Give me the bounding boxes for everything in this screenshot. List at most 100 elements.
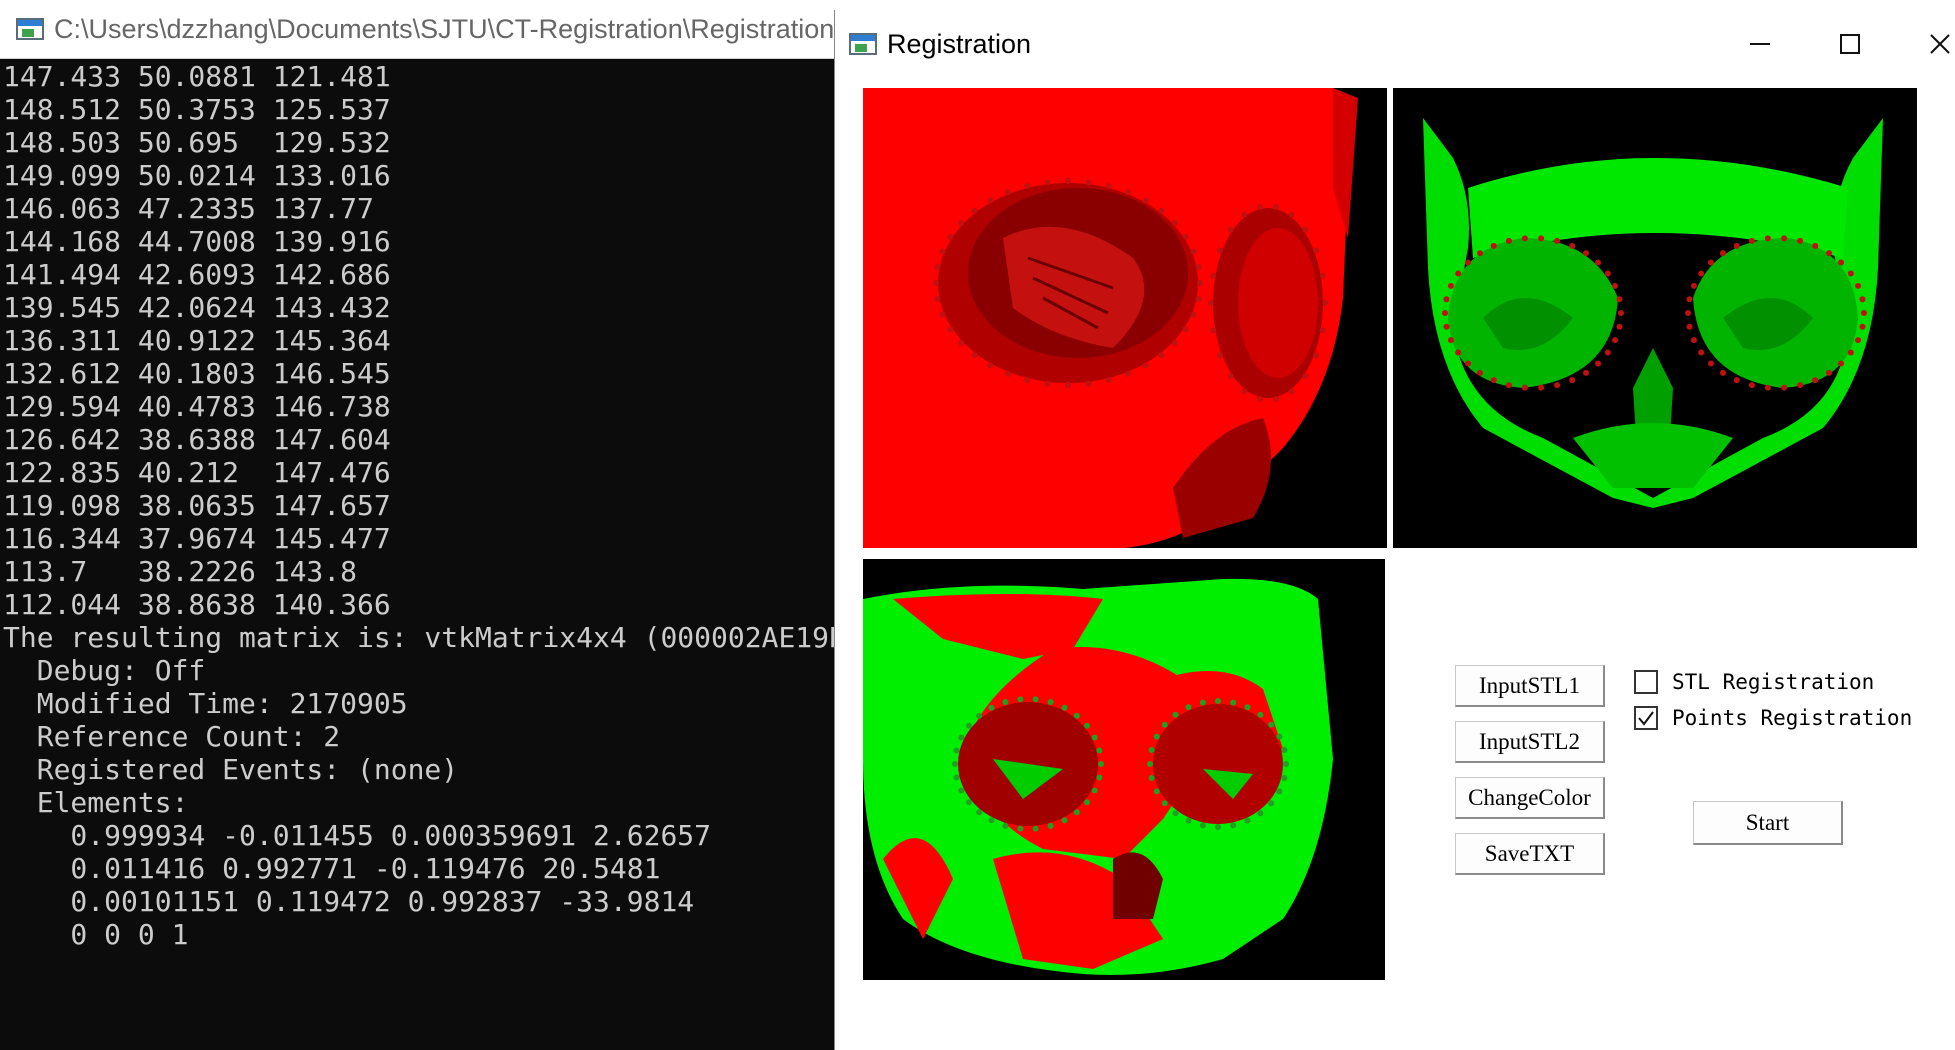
landmark-point [1583,369,1590,376]
landmark-point [1859,296,1866,303]
landmark-point [1505,382,1512,389]
maximize-button[interactable] [1815,20,1885,68]
landmark-point [1859,323,1866,330]
landmark-point [1690,337,1697,344]
landmark-point [1288,211,1295,218]
render-view-model2[interactable] [1393,88,1917,548]
landmark-point [987,197,994,204]
landmark-point [1208,300,1214,306]
landmark-point [1685,310,1691,316]
stl-registration-label: STL Registration [1672,670,1875,694]
save-txt-button[interactable]: SaveTXT [1455,833,1605,875]
landmark-point [933,280,939,286]
landmark-point [1161,800,1168,807]
landmark-point [1521,384,1528,391]
overlay-skull-render [863,578,1333,975]
landmark-point [1158,207,1165,214]
landmark-point [1153,733,1160,740]
render-view-overlay[interactable] [863,559,1385,980]
landmark-point [1812,242,1819,249]
landmark-point [1838,360,1845,367]
landmark-point [1199,822,1206,829]
landmark-point [1185,817,1192,824]
landmark-point [1490,377,1497,384]
landmark-point [1061,817,1068,824]
landmark-point [1199,699,1206,706]
landmark-point [1148,746,1155,753]
landmark-point [976,809,983,816]
landmark-point [1032,696,1039,703]
landmark-point [958,220,965,227]
landmark-point [1312,352,1319,359]
landmark-point [1604,270,1611,277]
landmark-point [1612,337,1619,344]
landmark-point [1733,377,1740,384]
landmark-point [1781,384,1788,391]
stl-registration-checkbox-box[interactable] [1634,670,1658,694]
console-titlebar[interactable]: C:\Users\dzzhang\Documents\SJTU\CT-Regis… [0,0,834,59]
points-registration-checkbox-box[interactable] [1634,706,1658,730]
landmark-point [1241,211,1248,218]
landmark-point [939,248,946,255]
landmark-point [1281,775,1288,782]
landmark-point [1707,360,1714,367]
landmark-point [1256,396,1263,403]
landmark-point [1686,296,1693,303]
close-icon [1930,34,1950,54]
landmark-point [1812,377,1819,384]
landmark-point [971,207,978,214]
input-stl2-button[interactable]: InputSTL2 [1455,721,1605,763]
landmark-point [1281,746,1288,753]
landmark-point [939,311,946,318]
landmark-point [1096,774,1103,781]
landmark-point [1618,310,1624,316]
landmark-point [1171,220,1178,227]
landmark-point [1172,711,1179,718]
landmark-point [1024,182,1031,189]
landmark-point [1096,747,1103,754]
landmark-point [958,787,965,794]
landmark-point [1847,349,1854,356]
landmark-point [1268,800,1275,807]
landmark-point [1065,178,1071,184]
landmark-point [1227,373,1234,380]
stl-registration-checkbox[interactable]: STL Registration [1634,667,1874,697]
points-registration-checkbox[interactable]: Points Registration [1634,703,1912,733]
landmark-point [1826,369,1833,376]
close-button[interactable] [1905,20,1955,68]
landmark-point [1826,250,1833,257]
console-line: Elements: [3,786,189,819]
landmark-point [1764,384,1771,391]
landmark-point [1085,380,1092,387]
landmark-point [958,339,965,346]
start-button[interactable]: Start [1693,801,1843,845]
landmark-point [1273,396,1280,403]
console-window[interactable]: C:\Users\dzzhang\Documents\SJTU\CT-Regis… [0,0,834,1050]
console-line: 129.594 40.4783 146.738 [3,390,391,423]
registration-app-icon [849,33,877,55]
landmark-point [1464,259,1471,266]
console-output[interactable]: 147.433 50.0881 121.481 148.512 50.3753 1… [0,60,834,1050]
landmark-point [952,761,958,767]
landmark-point [1319,327,1326,334]
input-stl1-button[interactable]: InputSTL1 [1455,665,1605,707]
render-view-model1[interactable] [863,88,1387,548]
minimize-button[interactable] [1725,20,1795,68]
console-line: The resulting matrix is: vtkMatrix4x4 (0… [3,621,834,654]
landmark-point [1073,809,1080,816]
landmark-point [1616,323,1623,330]
landmark-point [953,774,960,781]
landmark-point [1442,310,1448,316]
registration-window[interactable]: Registration InputSTL1 InputSTL2 ChangeC… [834,10,1955,1050]
window-title: Registration [887,28,1032,59]
landmark-point [1521,235,1528,242]
console-line: 147.433 50.0881 121.481 [3,60,391,93]
landmark-point [1748,237,1755,244]
landmark-point [1447,282,1454,289]
landmark-point [1142,197,1149,204]
change-color-button[interactable]: ChangeColor [1455,777,1605,819]
landmark-point [1005,370,1012,377]
landmark-point [1148,775,1155,782]
console-line: 146.063 47.2335 137.77 [3,192,374,225]
landmark-point [1002,822,1009,829]
